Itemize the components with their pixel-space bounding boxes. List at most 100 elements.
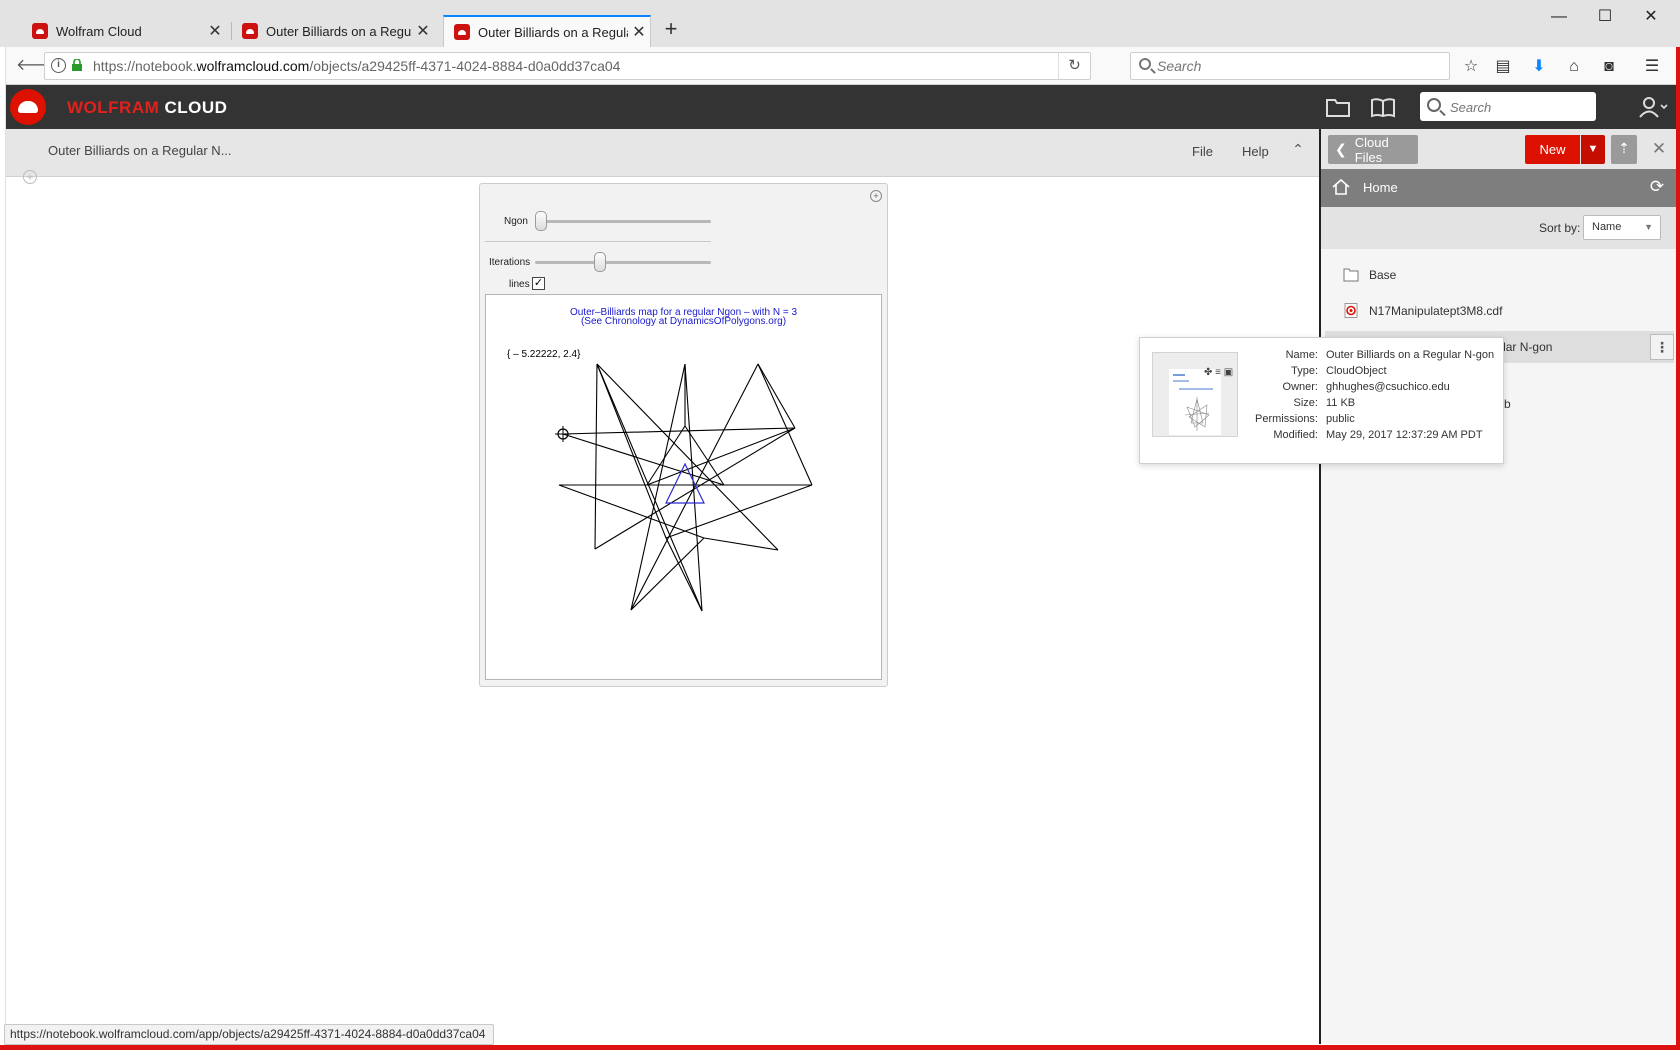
wolfram-cloud-logo-icon[interactable] [10, 89, 46, 125]
file-item-base[interactable]: Base [1325, 259, 1674, 291]
ngon-slider[interactable] [535, 220, 711, 223]
orbit-line [594, 363, 598, 550]
orbit-line [684, 363, 703, 612]
refresh-icon[interactable]: ⟳ [1646, 176, 1668, 198]
info-value: Outer Billiards on a Regular N-gon [1326, 349, 1495, 361]
tab-close-icon[interactable]: ✕ [204, 21, 226, 41]
back-arrow-icon[interactable]: 🡐 [16, 55, 59, 77]
window-maximize-button[interactable]: ☐ [1582, 4, 1628, 30]
upload-icon[interactable]: ⇡ [1611, 135, 1637, 164]
window-bottom-edge [0, 1045, 1680, 1050]
sort-by-label: Sort by: [1539, 221, 1581, 235]
tab-label: Outer Billiards on a Regular N [266, 23, 412, 39]
file-menu[interactable]: File [1192, 144, 1213, 159]
browser-search-bar[interactable] [1130, 52, 1450, 80]
info-value: May 29, 2017 12:37:29 AM PDT [1326, 429, 1483, 441]
brand-wolfram: WOLFRAM [67, 98, 160, 117]
cloud-files-panel: ❮ Cloud Files New ▼ ⇡ ✕ Home ⟳ Sort by: … [1319, 129, 1680, 1044]
info-row-name: Name: Outer Billiards on a Regular N-gon [1140, 349, 1505, 365]
info-row-owner: Owner: ghhughes@csuchico.edu [1140, 381, 1505, 397]
cloud-files-back-label: Cloud Files [1354, 134, 1389, 165]
new-dropdown-chevron-icon[interactable]: ▼ [1581, 135, 1605, 164]
help-menu[interactable]: Help [1242, 144, 1269, 159]
add-cell-icon[interactable]: + [23, 170, 37, 184]
info-key: Permissions: [1255, 413, 1318, 425]
file-item-cdf[interactable]: N17Manipulatept3M8.cdf [1325, 295, 1674, 327]
collapse-toolbar-icon[interactable]: ⌃ [1288, 141, 1308, 161]
tab-close-icon[interactable]: ✕ [628, 22, 650, 42]
user-account-icon[interactable] [1638, 95, 1670, 119]
info-value: CloudObject [1326, 365, 1387, 377]
orbit-line [665, 537, 703, 612]
info-key: Modified: [1273, 429, 1318, 441]
home-folder-bar[interactable]: Home ⟳ [1321, 169, 1680, 207]
plot-output[interactable]: Outer–Billiards map for a regular Ngon –… [485, 294, 882, 680]
search-icon [1427, 98, 1441, 112]
plot-title-line2: (See Chronology at DynamicsOfPolygons.or… [580, 316, 787, 327]
downloads-icon[interactable]: ⬇ [1528, 56, 1550, 78]
bookmark-star-icon[interactable]: ☆ [1460, 56, 1482, 78]
info-key: Type: [1291, 365, 1318, 377]
window-left-edge [0, 47, 6, 1047]
coordinate-readout: { – 5.22222, 2.4} [507, 349, 581, 360]
lines-checkbox[interactable]: ✓ [532, 277, 545, 290]
window-right-edge [1676, 47, 1680, 1050]
browser-tab-wolfram-cloud[interactable]: Wolfram Cloud ✕ [22, 15, 226, 47]
iterations-slider[interactable] [535, 261, 711, 264]
controls-divider [485, 241, 711, 242]
file-item-label: N17Manipulatept3M8.cdf [1369, 304, 1503, 318]
ngon-slider-thumb[interactable] [535, 211, 547, 231]
reading-list-icon[interactable]: ▤ [1492, 56, 1514, 78]
orbit-line [757, 363, 813, 486]
lines-label: lines [509, 279, 530, 290]
tab-label: Outer Billiards on a Regular N [478, 24, 628, 40]
info-value: public [1326, 413, 1355, 425]
info-row-permissions: Permissions: public [1140, 413, 1505, 429]
folder-icon [1343, 268, 1359, 282]
more-options-icon[interactable]: ⋮ [1650, 334, 1674, 360]
wolfram-header: WOLFRAM CLOUD [6, 85, 1680, 129]
info-value: 11 KB [1326, 397, 1356, 409]
hamburger-menu-icon[interactable]: ☰ [1641, 56, 1663, 78]
sort-bar: Sort by: Name ▼ [1321, 207, 1680, 249]
chevron-down-icon: ▼ [1644, 222, 1653, 232]
browser-nav-bar: 🡐 i https://notebook.wolframcloud.com/ob… [0, 47, 1680, 85]
window-close-button[interactable]: ✕ [1628, 4, 1674, 30]
chevron-left-icon: ❮ [1335, 141, 1347, 157]
window-minimize-button[interactable]: — [1536, 4, 1582, 30]
wolfram-search-box[interactable] [1420, 92, 1596, 121]
new-tab-button[interactable]: + [659, 16, 683, 46]
browser-search-input[interactable] [1157, 56, 1437, 76]
orbit-line [630, 537, 705, 611]
sort-by-select[interactable]: Name ▼ [1583, 215, 1661, 240]
file-info-tooltip: ✤ ≡ ▣ Name: Outer Billiards on a Regular… [1139, 337, 1504, 464]
new-button[interactable]: New [1525, 135, 1580, 164]
info-key: Owner: [1282, 381, 1318, 393]
reload-icon[interactable]: ↻ [1058, 53, 1090, 79]
info-row-type: Type: CloudObject [1140, 365, 1505, 381]
pocket-icon[interactable]: ◙ [1598, 56, 1620, 78]
browser-tab-outer-billiards-1[interactable]: Outer Billiards on a Regular N ✕ [232, 15, 434, 47]
site-info-icon[interactable]: i [51, 58, 66, 73]
manipulate-options-icon[interactable]: + [870, 190, 882, 202]
wolfram-cloud-brand[interactable]: WOLFRAM CLOUD [67, 98, 227, 118]
manipulate-panel: + Ngon Iterations lines ✓ Outer–Billiard… [479, 183, 888, 687]
cdf-file-icon [1344, 303, 1358, 318]
notebook-toolbar: Outer Billiards on a Regular N... File H… [6, 129, 1319, 177]
home-icon[interactable]: ⌂ [1563, 56, 1585, 78]
wolfram-favicon-icon [242, 23, 258, 39]
tab-close-icon[interactable]: ✕ [412, 21, 434, 41]
wolfram-search-input[interactable] [1450, 97, 1590, 117]
url-bar[interactable]: i https://notebook.wolframcloud.com/obje… [44, 52, 1091, 80]
url-text[interactable]: https://notebook.wolframcloud.com/object… [93, 58, 620, 74]
info-row-modified: Modified: May 29, 2017 12:37:29 AM PDT [1140, 429, 1505, 445]
close-panel-icon[interactable]: ✕ [1648, 137, 1670, 161]
browser-tab-outer-billiards-2[interactable]: Outer Billiards on a Regular N ✕ [443, 15, 651, 47]
iterations-slider-thumb[interactable] [594, 252, 607, 272]
folder-icon[interactable] [1325, 95, 1351, 119]
documentation-book-icon[interactable] [1370, 95, 1396, 119]
browser-tab-bar: Wolfram Cloud ✕ Outer Billiards on a Reg… [0, 0, 1680, 47]
cloud-files-back-button[interactable]: ❮ Cloud Files [1328, 134, 1418, 165]
file-item-label: Base [1369, 268, 1397, 282]
tab-label: Wolfram Cloud [56, 23, 142, 39]
